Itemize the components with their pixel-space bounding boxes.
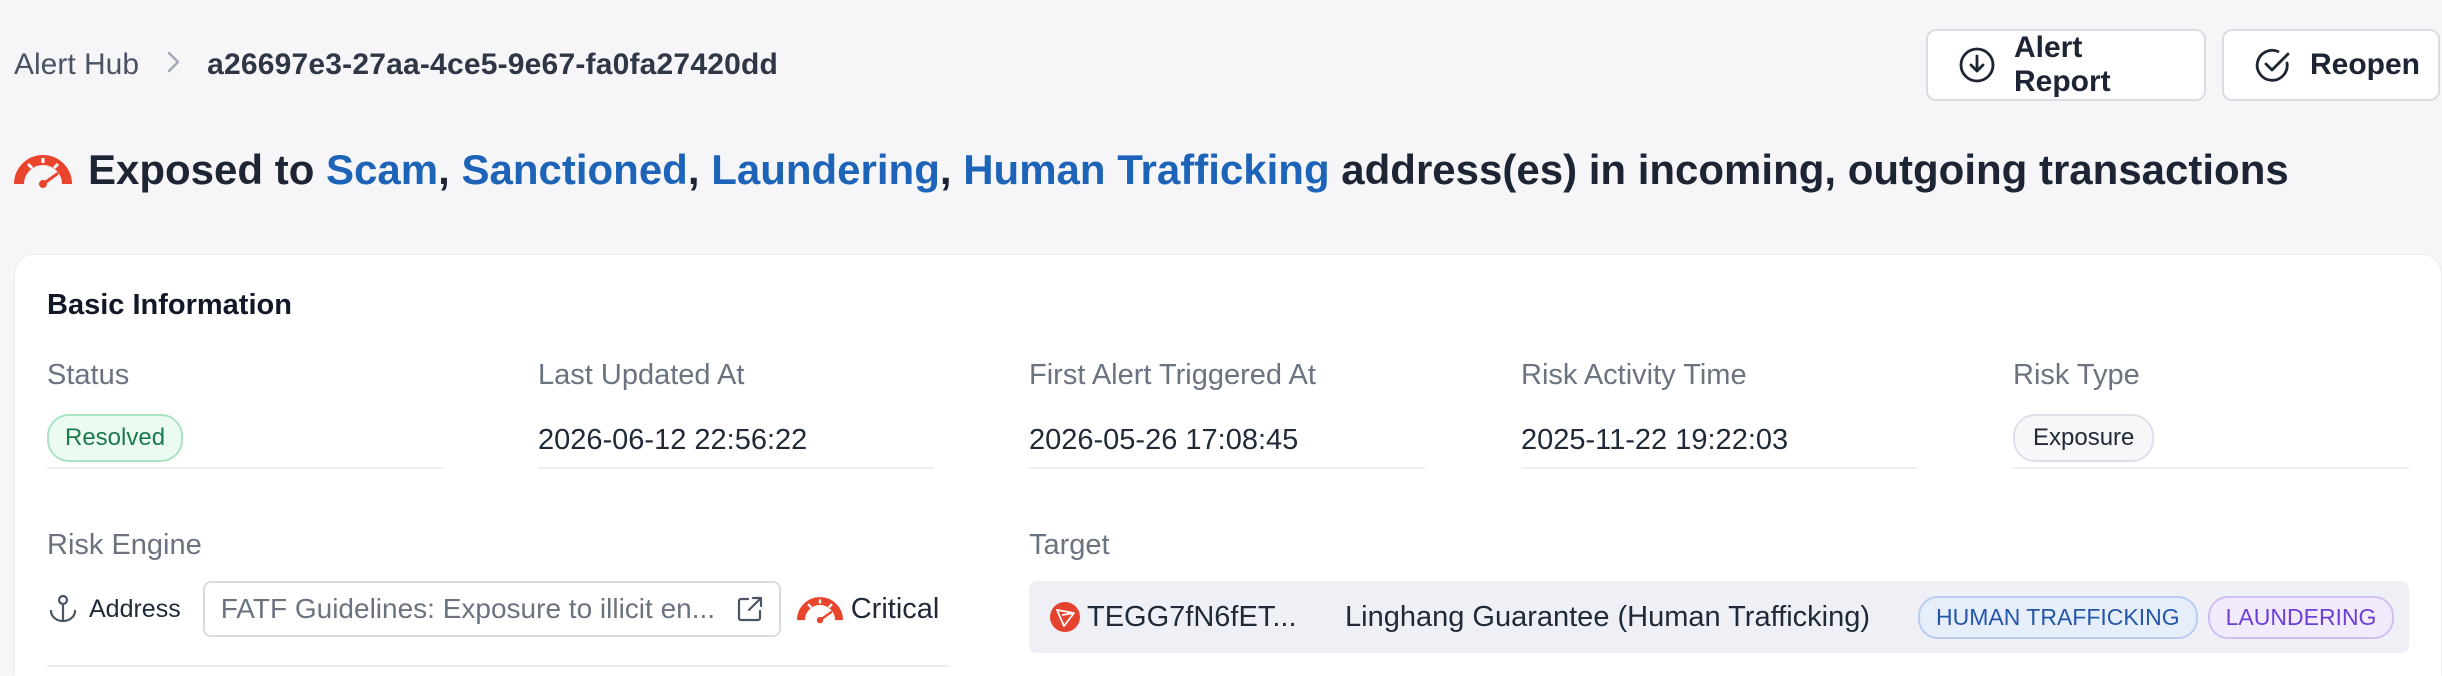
title-separator: , (939, 146, 952, 193)
risk-engine-label-wrap: Risk Engine (47, 529, 202, 562)
check-circle-icon (2254, 46, 2292, 84)
title-suffix: address(es) in incoming, outgoing transa… (1341, 146, 2289, 193)
title-category-sanctioned[interactable]: Sanctioned (461, 146, 687, 194)
status-field: Status Resolved (47, 359, 184, 462)
divider (47, 467, 443, 469)
risk-activity-field: Risk Activity Time 2025-11-22 19:22:03 (1521, 359, 1788, 457)
page-title: Exposed to Scam, Sanctioned, Laundering,… (14, 146, 2289, 194)
breadcrumb-alert-hub[interactable]: Alert Hub (14, 48, 139, 82)
risk-activity-value: 2025-11-22 19:22:03 (1521, 424, 1789, 456)
risk-engine-rule-field[interactable]: FATF Guidelines: Exposure to illicit en.… (202, 581, 781, 637)
alert-report-button[interactable]: Alert Report (1926, 29, 2206, 101)
last-updated-field: Last Updated At 2026-06-12 22:56:22 (538, 359, 807, 457)
divider (2013, 467, 2409, 469)
status-label: Status (47, 359, 130, 391)
title-separator: , (687, 146, 700, 193)
divider (1029, 467, 1425, 469)
title-category-scam[interactable]: Scam (326, 146, 438, 194)
risk-type-field: Risk Type Exposure (2013, 359, 2155, 462)
severity-indicator: Critical (796, 592, 940, 626)
divider (47, 665, 949, 667)
gauge-icon (796, 597, 843, 624)
external-link-icon[interactable] (735, 594, 765, 624)
title-category-laundering[interactable]: Laundering (711, 146, 940, 194)
risk-type-label: Risk Type (2013, 359, 2140, 391)
top-bar: Alert Hub a26697e3-27aa-4ce5-9e67-fa0fa2… (0, 0, 2442, 130)
gauge-icon (14, 155, 72, 188)
last-updated-label: Last Updated At (538, 359, 745, 391)
basic-information-heading: Basic Information (47, 289, 292, 321)
last-updated-value: 2026-06-12 22:56:22 (538, 424, 808, 456)
target-address[interactable]: TEGG7fN6fET... (1087, 601, 1337, 634)
basic-information-card: Basic Information Status Resolved Last U… (14, 254, 2442, 676)
reopen-button[interactable]: Reopen (2222, 29, 2440, 101)
anchor-icon (49, 594, 77, 623)
severity-text: Critical (850, 592, 940, 625)
alert-report-label: Alert Report (2014, 31, 2111, 98)
breadcrumb: Alert Hub a26697e3-27aa-4ce5-9e67-fa0fa2… (14, 48, 778, 82)
first-alert-value: 2026-05-26 17:08:45 (1029, 424, 1299, 456)
divider (1521, 467, 1917, 469)
first-alert-field: First Alert Triggered At 2026-05-26 17:0… (1029, 359, 1316, 457)
target-label: Target (1029, 529, 1110, 561)
risk-engine-scope: Address (89, 594, 181, 623)
download-circle-icon (1958, 46, 1996, 84)
risk-engine-label: Risk Engine (47, 529, 202, 561)
status-badge: Resolved (47, 414, 184, 462)
first-alert-label: First Alert Triggered At (1029, 359, 1316, 391)
tron-icon (1050, 602, 1080, 632)
target-tag-human-trafficking: HUMAN TRAFFICKING (1918, 595, 2198, 639)
reopen-label: Reopen (2310, 48, 2421, 81)
title-prefix: Exposed to (88, 146, 315, 193)
risk-activity-label: Risk Activity Time (1521, 359, 1747, 391)
target-tag-laundering: LAUNDERING (2207, 595, 2395, 639)
chevron-right-icon (167, 48, 181, 82)
title-category-human-trafficking[interactable]: Human Trafficking (963, 146, 1329, 194)
risk-engine-row: Address FATF Guidelines: Exposure to ill… (47, 581, 949, 637)
risk-type-badge: Exposure (2013, 414, 2155, 462)
target-entity: Linghang Guarantee (Human Trafficking) (1345, 600, 1870, 633)
breadcrumb-alert-id: a26697e3-27aa-4ce5-9e67-fa0fa27420dd (207, 48, 779, 81)
divider (538, 467, 934, 469)
risk-engine-rule-text: FATF Guidelines: Exposure to illicit en.… (220, 593, 716, 624)
target-row[interactable]: TEGG7fN6fET... Linghang Guarantee (Human… (1029, 581, 2409, 653)
header-actions: Alert Report Reopen (1926, 29, 2440, 101)
target-label-wrap: Target (1029, 529, 1110, 562)
title-separator: , (438, 146, 450, 193)
